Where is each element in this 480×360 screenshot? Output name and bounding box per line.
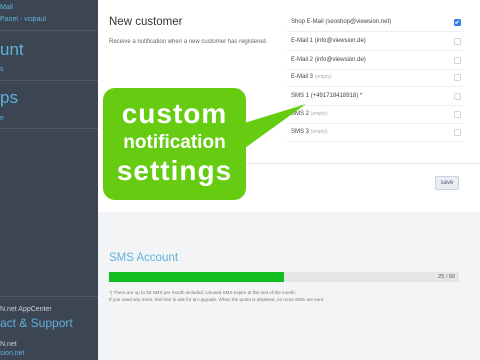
callout-line-2: notification xyxy=(123,132,226,153)
callout-line-3: settings xyxy=(116,155,233,186)
sms-note-1: *) There are up to 50 SMS per month incl… xyxy=(109,290,297,295)
sms-quota-text: 25 / 50 xyxy=(438,274,455,280)
callout-line-1: custom xyxy=(121,98,228,129)
sms-note-2: If you need any more, feel free to ask f… xyxy=(109,297,325,302)
callout-overlay: custom notification settings xyxy=(103,88,246,200)
sms-account-title: SMS Account xyxy=(109,252,179,264)
sms-quota-fill xyxy=(109,272,284,282)
sms-quota-progress: 25 / 50 xyxy=(109,272,459,282)
